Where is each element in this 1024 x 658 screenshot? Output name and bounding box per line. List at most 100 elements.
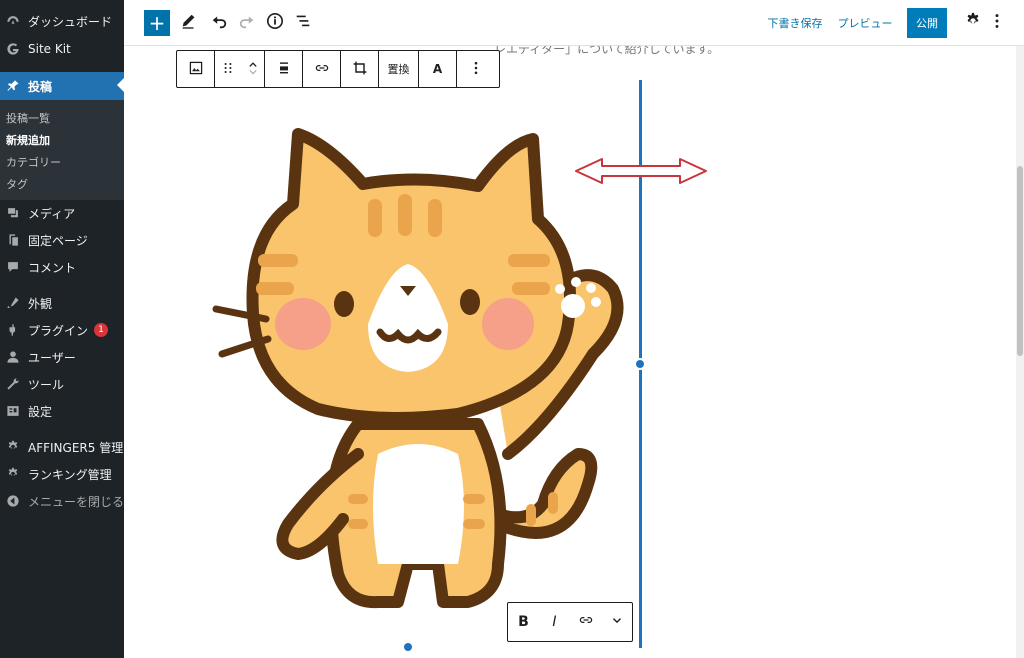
link-icon [578, 612, 594, 632]
dashboard-icon [6, 14, 20, 28]
gear-icon [964, 12, 982, 34]
submenu-item-add-new[interactable]: 新規追加 [6, 132, 50, 148]
submenu-item-tags[interactable]: タグ [6, 176, 28, 192]
sidebar-item-site-kit[interactable]: Site Kit [0, 36, 124, 62]
replace-button[interactable]: 置換 [379, 51, 419, 87]
link-icon [314, 60, 330, 79]
editor-canvas: レエディター」について紹介しています。 置換 A B I [124, 46, 1016, 658]
sidebar-item-label: 固定ページ [28, 233, 88, 248]
appearance-icon [6, 296, 20, 310]
sidebar-item-plugins[interactable]: プラグイン 1 [0, 317, 124, 343]
sidebar-item-label: AFFINGER5 管理 [28, 440, 124, 455]
sidebar-item-dashboard[interactable]: ダッシュボード [0, 8, 124, 34]
plugin-update-badge: 1 [94, 323, 109, 337]
align-button[interactable] [265, 51, 303, 87]
kebab-menu-icon [988, 12, 1006, 34]
plugin-icon [6, 323, 20, 337]
sidebar-item-label: ユーザー [28, 350, 76, 365]
sidebar-item-label: 投稿 [28, 79, 53, 94]
save-draft-button[interactable]: 下書き保存 [765, 10, 825, 36]
gear-icon [6, 440, 20, 454]
pin-icon [6, 79, 20, 93]
bold-button[interactable]: B [508, 603, 539, 641]
sidebar-item-label: メニューを閉じる [28, 494, 125, 509]
sidebar-item-media[interactable]: メディア [0, 200, 124, 226]
settings-icon [6, 404, 20, 418]
move-up-down-buttons[interactable] [241, 51, 265, 87]
drag-handle-icon [220, 60, 236, 79]
list-view-button[interactable] [292, 10, 314, 36]
sidebar-item-label: メディア [28, 206, 76, 221]
block-type-button[interactable] [177, 51, 215, 87]
italic-button[interactable]: I [539, 603, 570, 641]
pencil-icon [180, 12, 198, 34]
scrollbar-thumb[interactable] [1017, 166, 1023, 356]
page-icon [6, 233, 20, 247]
sidebar-item-tools[interactable]: ツール [0, 371, 124, 397]
sidebar-item-settings[interactable]: 設定 [0, 398, 124, 424]
sidebar-item-label: ランキング管理 [28, 467, 112, 482]
sidebar-item-label: Site Kit [28, 42, 71, 56]
site-kit-icon [6, 42, 20, 56]
sidebar-item-label: ツール [28, 377, 65, 392]
canvas-scrollbar[interactable] [1016, 46, 1024, 658]
more-options-button[interactable] [457, 51, 495, 87]
comment-icon [6, 260, 20, 274]
sidebar-collapse-menu[interactable]: メニューを閉じる [0, 488, 124, 514]
sidebar-item-ranking[interactable]: ランキング管理 [0, 461, 124, 487]
collapse-icon [6, 494, 20, 508]
crop-button[interactable] [341, 51, 379, 87]
submenu-item-all-posts[interactable]: 投稿一覧 [6, 110, 50, 126]
caption-link-button[interactable] [570, 603, 601, 641]
sidebar-item-affinger[interactable]: AFFINGER5 管理 [0, 434, 124, 460]
chevron-up-down-icon [245, 60, 261, 79]
admin-sidebar: ダッシュボード Site Kit 投稿 投稿一覧 新規追加 カテゴリー タグ メ… [0, 0, 124, 658]
align-center-icon [276, 60, 292, 79]
redo-button[interactable] [236, 10, 258, 36]
settings-button[interactable] [962, 10, 984, 36]
info-icon [266, 12, 284, 34]
options-menu-button[interactable] [990, 10, 1004, 36]
sidebar-item-label: 設定 [28, 404, 53, 419]
posts-submenu: 投稿一覧 新規追加 カテゴリー タグ [0, 100, 124, 200]
kebab-menu-icon [468, 60, 484, 79]
insert-link-button[interactable] [303, 51, 341, 87]
resize-handle-bottom[interactable] [402, 641, 414, 653]
sidebar-item-pages[interactable]: 固定ページ [0, 227, 124, 253]
sidebar-item-label: プラグイン [28, 323, 89, 338]
gear-icon [6, 467, 20, 481]
sidebar-item-label: ダッシュボード [28, 14, 113, 29]
chevron-down-icon [610, 613, 624, 631]
editor-top-toolbar: + 下書き保存 プレビュー 公開 [124, 0, 1024, 46]
publish-button[interactable]: 公開 [907, 8, 947, 38]
submenu-item-categories[interactable]: カテゴリー [6, 154, 61, 170]
caption-format-toolbar: B I [507, 602, 633, 642]
tool-icon [6, 377, 20, 391]
undo-icon [210, 12, 228, 34]
sidebar-item-comments[interactable]: コメント [0, 254, 124, 280]
sidebar-item-label: 外観 [28, 296, 53, 311]
user-icon [6, 350, 20, 364]
media-icon [6, 206, 20, 220]
more-formats-button[interactable] [601, 603, 632, 641]
sidebar-item-posts[interactable]: 投稿 [0, 72, 124, 100]
edit-tools-button[interactable] [178, 10, 200, 36]
preview-button[interactable]: プレビュー [837, 10, 893, 36]
undo-button[interactable] [208, 10, 230, 36]
crop-icon [352, 60, 368, 79]
editor-app: ダッシュボード Site Kit 投稿 投稿一覧 新規追加 カテゴリー タグ メ… [0, 0, 1024, 658]
redo-icon [238, 12, 256, 34]
double-arrow-annotation-icon [575, 158, 707, 184]
add-block-button[interactable]: + [144, 10, 170, 36]
sidebar-item-appearance[interactable]: 外観 [0, 290, 124, 316]
list-view-icon [294, 12, 312, 34]
paragraph-block-text[interactable]: レエディター」について紹介しています。 [494, 46, 719, 57]
cat-illustration-image[interactable] [208, 124, 648, 624]
resize-handle-right[interactable] [634, 358, 646, 370]
details-button[interactable] [264, 10, 286, 36]
image-icon [188, 60, 204, 79]
drag-handle[interactable] [215, 51, 241, 87]
image-block-toolbar: 置換 A [176, 50, 500, 88]
sidebar-item-users[interactable]: ユーザー [0, 344, 124, 370]
text-overlay-button[interactable]: A [419, 51, 457, 87]
